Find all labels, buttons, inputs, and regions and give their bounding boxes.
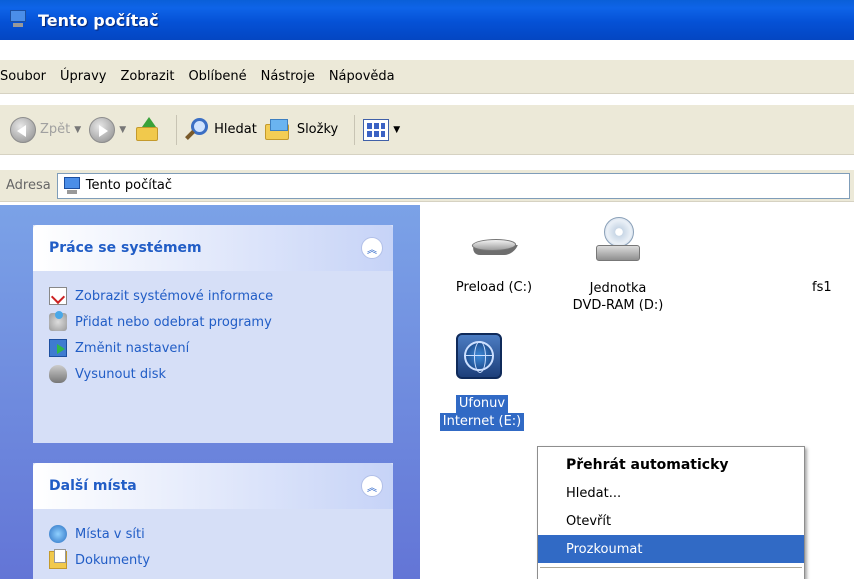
- menu-item-search[interactable]: Hledat...: [538, 479, 804, 507]
- place-network[interactable]: Místa v síti: [49, 521, 377, 547]
- system-tasks-box: Práce se systémem ︽ Zobrazit systémové i…: [33, 225, 393, 443]
- address-field[interactable]: Tento počítač: [56, 172, 850, 199]
- drive-label-line2: DVD-RAM (D:): [572, 298, 664, 313]
- up-button[interactable]: [134, 116, 160, 143]
- computer-icon: [10, 10, 30, 30]
- views-dropdown-icon[interactable]: ▼: [393, 125, 400, 135]
- folders-button[interactable]: Složky: [264, 118, 339, 141]
- system-tasks-header[interactable]: Práce se systémem ︽: [33, 225, 393, 271]
- task-change-settings[interactable]: Změnit nastavení: [49, 335, 377, 361]
- drive-label: Ufonuv Internet (E:): [422, 395, 542, 431]
- drive-c[interactable]: Preload (C:): [434, 230, 554, 310]
- drive-d[interactable]: Jednotka DVD-RAM (D:): [558, 217, 678, 317]
- collapse-chevron-icon[interactable]: ︽: [361, 237, 383, 259]
- toolbar: Zpět ▼ ▼ Hledat Složky ▼: [0, 105, 854, 155]
- views-button[interactable]: ▼: [363, 118, 400, 141]
- computer-icon: [63, 176, 80, 195]
- folders-icon: [264, 118, 291, 141]
- menu-help[interactable]: Nápověda: [322, 69, 402, 84]
- system-tasks-title: Práce se systémem: [49, 240, 202, 256]
- dvd-drive-icon: [596, 217, 640, 263]
- forward-button[interactable]: ▼: [89, 116, 126, 143]
- drive-label-line2: Internet (E:): [439, 413, 525, 431]
- window-title: Tento počítač: [38, 10, 159, 30]
- drive-e[interactable]: Ufonuv Internet (E:): [422, 333, 542, 443]
- hard-drive-icon: [469, 235, 519, 257]
- menu-file[interactable]: Soubor: [0, 69, 53, 84]
- other-places-box: Další místa ︽ Místa v síti Dokumenty: [33, 463, 393, 579]
- task-label: Změnit nastavení: [75, 340, 190, 356]
- search-button[interactable]: Hledat: [185, 117, 257, 142]
- drive-label-line1: Ufonuv: [455, 395, 509, 413]
- search-icon: [185, 117, 209, 142]
- add-remove-programs-icon: [49, 311, 67, 331]
- back-label: Zpět: [40, 122, 71, 137]
- task-add-remove-programs[interactable]: Přidat nebo odebrat programy: [49, 309, 377, 335]
- control-panel-icon: [49, 339, 67, 357]
- menu-edit[interactable]: Úpravy: [53, 69, 113, 84]
- address-value: Tento počítač: [85, 178, 173, 193]
- menu-item-explore[interactable]: Prozkoumat: [538, 535, 804, 563]
- address-bar: Adresa Tento počítač: [0, 170, 854, 202]
- back-button[interactable]: Zpět ▼: [10, 116, 81, 143]
- other-places-header[interactable]: Další místa ︽: [33, 463, 393, 509]
- menu-divider: [540, 567, 802, 568]
- drive-label: fs1: [812, 280, 832, 295]
- menu-favorites[interactable]: Oblíbené: [181, 69, 253, 84]
- drive-fs1[interactable]: fs1: [812, 280, 852, 300]
- forward-dropdown-icon[interactable]: ▼: [119, 125, 126, 135]
- task-system-info[interactable]: Zobrazit systémové informace: [49, 283, 377, 309]
- title-bar[interactable]: Tento počítač: [0, 0, 854, 40]
- task-label: Zobrazit systémové informace: [75, 288, 274, 304]
- task-pane: Práce se systémem ︽ Zobrazit systémové i…: [0, 205, 420, 579]
- menu-item-autoplay[interactable]: Přehrát automaticky: [538, 451, 804, 479]
- toolbar-divider: [176, 114, 178, 145]
- task-eject-disk[interactable]: Vysunout disk: [49, 361, 377, 387]
- menu-view[interactable]: Zobrazit: [113, 69, 181, 84]
- forward-arrow-icon: [89, 116, 116, 143]
- menu-item-open[interactable]: Otevřít: [538, 507, 804, 535]
- context-menu: Přehrát automaticky Hledat... Otevřít Pr…: [537, 446, 805, 579]
- globe-drive-icon: [456, 333, 502, 379]
- place-documents[interactable]: Dokumenty: [49, 547, 377, 573]
- system-info-icon: [49, 287, 67, 305]
- drive-label: Preload (C:): [455, 280, 533, 295]
- other-places-title: Další místa: [49, 478, 137, 494]
- eject-disk-icon: [49, 365, 67, 383]
- collapse-chevron-icon[interactable]: ︽: [361, 475, 383, 497]
- address-label: Adresa: [6, 178, 51, 193]
- task-label: Přidat nebo odebrat programy: [75, 314, 272, 330]
- drive-label: Jednotka DVD-RAM (D:): [558, 280, 678, 314]
- documents-folder-icon: [49, 549, 67, 569]
- search-label: Hledat: [214, 122, 257, 137]
- menu-tools[interactable]: Nástroje: [254, 69, 322, 84]
- folder-up-icon: [134, 116, 160, 143]
- menu-bar: Soubor Úpravy Zobrazit Oblíbené Nástroje…: [0, 60, 854, 94]
- back-dropdown-icon[interactable]: ▼: [74, 125, 81, 135]
- folders-label: Složky: [296, 122, 339, 137]
- task-label: Vysunout disk: [75, 366, 167, 382]
- back-arrow-icon: [10, 116, 36, 143]
- views-icon: [363, 118, 390, 141]
- place-label: Místa v síti: [75, 526, 145, 542]
- network-places-icon: [49, 525, 67, 543]
- toolbar-divider: [354, 114, 356, 145]
- drive-label-line1: Jednotka: [589, 281, 647, 296]
- place-label: Dokumenty: [75, 552, 151, 568]
